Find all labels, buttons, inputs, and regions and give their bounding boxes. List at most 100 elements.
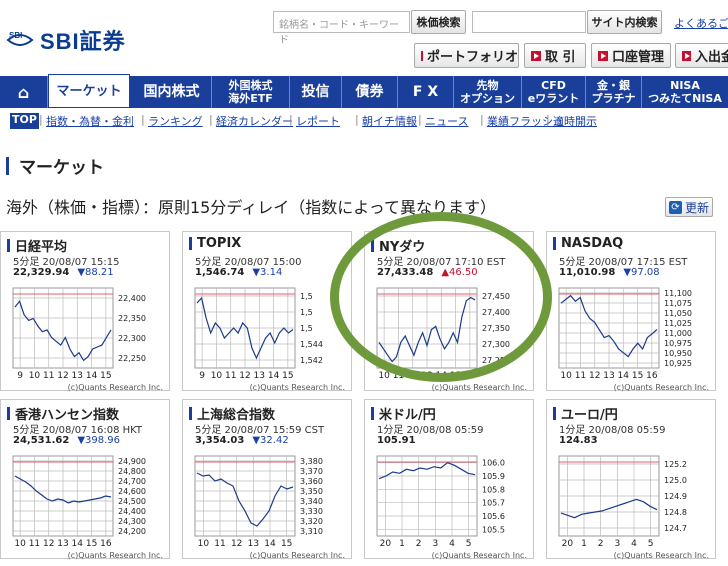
- x-tick-label: 12: [231, 539, 242, 549]
- y-tick-label: 10,950: [664, 349, 692, 358]
- y-tick-label: 24,200: [118, 527, 146, 536]
- subtab-1[interactable]: 指数・為替・金利: [46, 113, 134, 129]
- tab-bonds[interactable]: 債券: [342, 76, 398, 108]
- y-tick-label: 3,320: [300, 517, 323, 526]
- section-title: マーケット: [6, 153, 104, 178]
- arrow-icon: [421, 50, 429, 61]
- x-tick-label: 14: [72, 539, 84, 549]
- tab-domestic-stock[interactable]: 国内株式: [132, 76, 212, 108]
- chart-credit: (c)Quants Research Inc.: [614, 551, 709, 560]
- y-tick-label: 1,5: [300, 292, 313, 301]
- subtab-3[interactable]: 経済カレンダー: [216, 113, 293, 129]
- x-tick-label: 11: [575, 371, 586, 381]
- arrow-icon: [682, 50, 691, 61]
- subtab-4[interactable]: レポート: [296, 113, 340, 129]
- y-tick-label: 24,500: [118, 497, 146, 506]
- x-tick-label: 13: [248, 539, 259, 549]
- tab-futures-options[interactable]: 先物 オプション: [454, 76, 522, 108]
- subtab-separator: |: [546, 113, 550, 126]
- y-tick-label: 10,975: [664, 339, 692, 348]
- market-card[interactable]: TOPIX 5分足 20/08/07 15:00 1,546.74 ▼3.14 9 1…: [182, 231, 352, 392]
- account-button[interactable]: 口座管理: [591, 43, 671, 68]
- market-card[interactable]: 米ドル/円 1分足 20/08/08 05:59 105.91 20 1 2 3 4 5 10…: [364, 399, 534, 560]
- x-tick-label: 10: [198, 539, 210, 549]
- market-card[interactable]: ユーロ/円 1分足 20/08/08 05:59 124.83 20 1 2 3 4 5 12…: [546, 399, 716, 560]
- tab-precious-metals[interactable]: 金・銀 プラチナ: [586, 76, 642, 108]
- y-tick-label: 24,400: [118, 507, 146, 516]
- site-search-button[interactable]: サイト内検索: [587, 10, 662, 34]
- subtab-5[interactable]: 朝イチ情報: [362, 113, 417, 129]
- x-tick-label: 5: [648, 539, 654, 549]
- y-tick-label: 24,300: [118, 517, 146, 526]
- y-tick-label: 3,360: [300, 477, 323, 486]
- y-tick-label: 11,075: [664, 299, 692, 308]
- x-tick-label: 2: [416, 539, 422, 549]
- subtab-separator: |: [480, 113, 484, 126]
- card-value: 3,354.03 ▼32.42: [195, 435, 289, 446]
- card-time: 1分足 20/08/08 05:59: [377, 425, 484, 436]
- x-tick-label: 10: [211, 371, 223, 381]
- site-search-input[interactable]: [472, 11, 586, 33]
- card-time: 5分足 20/08/07 15:00: [195, 257, 302, 268]
- tab-investment-trust[interactable]: 投信: [290, 76, 342, 108]
- svg-text:SBI: SBI: [9, 31, 22, 40]
- y-tick-label: 24,700: [118, 477, 146, 486]
- tab-market[interactable]: マーケット: [48, 74, 130, 108]
- portfolio-button[interactable]: ポートフォリオ: [414, 43, 519, 68]
- tab-cfd[interactable]: CFD eワラント: [522, 76, 586, 108]
- subtab-6[interactable]: ニュース: [425, 113, 468, 129]
- subtab-2[interactable]: ランキング: [148, 113, 203, 129]
- market-card[interactable]: 日経平均 5分足 20/08/07 15:15 22,329.94 ▼88.21 9…: [0, 231, 170, 392]
- subtab-separator: |: [209, 113, 213, 126]
- subtab-8[interactable]: 適時開示: [553, 113, 597, 129]
- x-tick-label: 4: [449, 539, 455, 549]
- y-tick-label: 11,000: [664, 329, 692, 338]
- tab-fx[interactable]: F X: [398, 76, 454, 108]
- trade-button[interactable]: 取 引: [524, 43, 586, 68]
- faq-link[interactable]: よくあるご: [674, 15, 728, 31]
- deposit-button[interactable]: 入出金: [675, 43, 728, 68]
- card-value: 24,531.62 ▼398.96: [13, 435, 120, 446]
- subtab-separator: |: [289, 113, 293, 126]
- x-tick-label: 16: [100, 539, 112, 549]
- subtab-0[interactable]: TOP: [10, 113, 39, 129]
- subtab-separator: |: [418, 113, 422, 126]
- chart-credit: (c)Quants Research Inc.: [250, 383, 345, 392]
- market-card[interactable]: NASDAQ 5分足 20/08/07 17:15 EST 11,010.98 ▼…: [546, 231, 716, 392]
- tab-nisa[interactable]: NISA つみたてNISA: [642, 76, 728, 108]
- y-tick-label: 11,025: [664, 319, 692, 328]
- card-chart: 20 1 2 3 4 5106.0105.9105.8105.7105.6105.5(c)…: [376, 455, 527, 560]
- x-tick-label: 13: [57, 539, 68, 549]
- chart-credit: (c)Quants Research Inc.: [432, 551, 527, 560]
- x-tick-label: 20: [380, 539, 392, 549]
- card-chart: 20 1 2 3 4 5125.2125.0124.9124.8124.7(c)Quant…: [558, 455, 709, 560]
- y-tick-label: 3,330: [300, 507, 323, 516]
- x-tick-label: 1: [399, 539, 405, 549]
- main-nav: ⌂ マーケット 国内株式 外国株式 海外ETF 投信 債券 F X 先物 オプシ…: [0, 74, 728, 108]
- x-tick-label: 14: [618, 371, 630, 381]
- sbi-logo[interactable]: SBI SBI証券: [6, 22, 126, 58]
- card-change: ▼398.96: [77, 435, 120, 446]
- y-tick-label: 124.9: [664, 492, 687, 501]
- refresh-icon: ⟳: [669, 200, 682, 214]
- home-icon[interactable]: ⌂: [0, 76, 48, 108]
- y-tick-label: 1,5: [300, 324, 313, 333]
- stock-search-input[interactable]: 銘柄名・コード・キーワード: [273, 11, 410, 46]
- y-tick-label: 105.5: [482, 525, 505, 534]
- x-tick-label: 2: [598, 539, 604, 549]
- chart-credit: (c)Quants Research Inc.: [68, 551, 163, 560]
- x-tick-label: 12: [589, 371, 600, 381]
- refresh-button[interactable]: ⟳ 更新: [665, 197, 713, 217]
- market-card[interactable]: 香港ハンセン指数 5分足 20/08/07 16:08 HKT 24,531.6…: [0, 399, 170, 560]
- x-tick-label: 5: [466, 539, 472, 549]
- y-tick-label: 125.0: [664, 476, 687, 485]
- card-change: ▼32.42: [252, 435, 289, 446]
- stock-search-button[interactable]: 株価検索: [411, 10, 466, 34]
- y-tick-label: 24,600: [118, 487, 146, 496]
- market-card[interactable]: 上海総合指数 5分足 20/08/07 15:59 CST 3,354.03 ▼3…: [182, 399, 352, 560]
- x-tick-label: 14: [86, 371, 98, 381]
- tab-foreign-stock[interactable]: 外国株式 海外ETF: [212, 76, 290, 108]
- subtab-separator: |: [355, 113, 359, 126]
- card-time: 5分足 20/08/07 15:59 CST: [195, 425, 325, 436]
- card-title: NASDAQ: [553, 236, 623, 251]
